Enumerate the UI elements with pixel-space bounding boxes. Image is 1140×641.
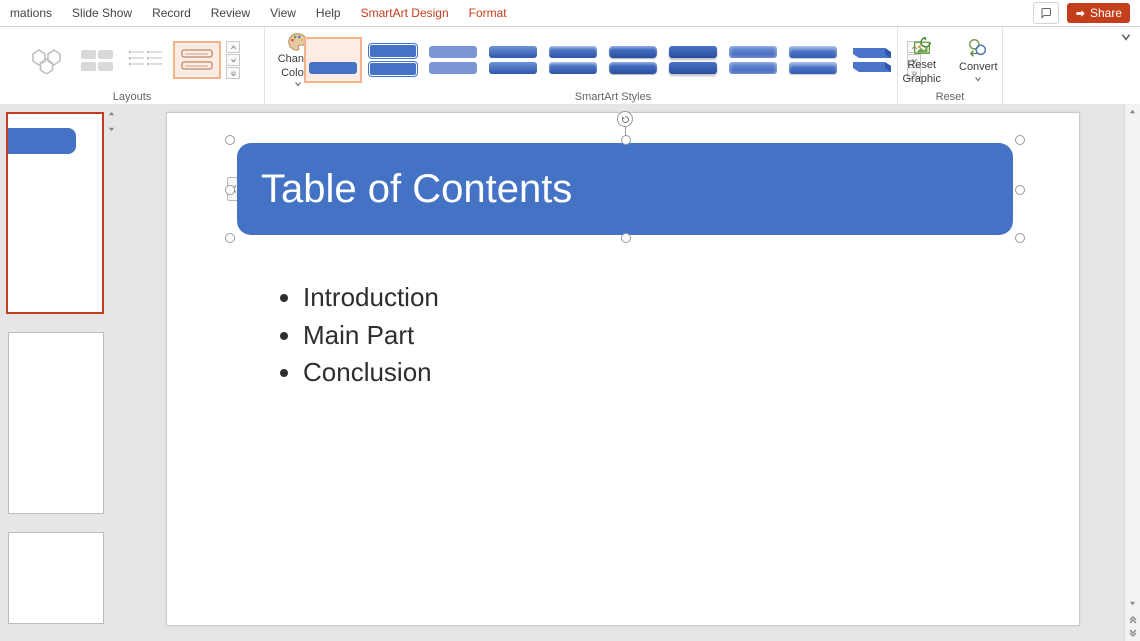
slide-thumbnail-3[interactable] xyxy=(8,532,104,624)
share-label: Share xyxy=(1090,6,1122,20)
layout1-icon xyxy=(28,46,66,74)
style-option-1-selected[interactable] xyxy=(305,38,361,82)
resize-handle-se[interactable] xyxy=(1015,233,1025,243)
layout-option-4-selected[interactable] xyxy=(174,42,220,78)
resize-handle-nw[interactable] xyxy=(225,135,235,145)
bullet-3: Conclusion xyxy=(303,354,439,392)
reset-group-label: Reset xyxy=(936,89,965,105)
next-slide-button[interactable] xyxy=(1125,626,1140,641)
slide-thumbnail-2[interactable] xyxy=(8,332,104,514)
style-option-6[interactable] xyxy=(605,38,661,82)
share-icon xyxy=(1075,8,1086,19)
tab-help[interactable]: Help xyxy=(306,0,351,26)
resize-handle-ne[interactable] xyxy=(1015,135,1025,145)
group-reset: Reset Graphic Convert Reset xyxy=(898,27,1003,105)
scroll-up-button[interactable] xyxy=(104,106,119,121)
comment-icon xyxy=(1040,7,1052,19)
spinner-up[interactable] xyxy=(226,41,240,53)
style-option-7[interactable] xyxy=(665,38,721,82)
smartart-selection[interactable]: Table of Contents xyxy=(229,139,1021,239)
resize-handle-e[interactable] xyxy=(1015,185,1025,195)
group-layouts: Layouts xyxy=(0,27,265,105)
layout-option-3[interactable] xyxy=(124,42,170,78)
slide[interactable]: Table of Contents Introduction Main Part… xyxy=(166,112,1080,626)
scroll-up-button[interactable] xyxy=(1125,104,1140,119)
convert-button[interactable]: Convert xyxy=(953,37,1004,83)
layouts-group-label: Layouts xyxy=(113,89,152,105)
smartart-title-text: Table of Contents xyxy=(261,167,572,212)
prev-slide-button[interactable] xyxy=(1125,611,1140,626)
rotate-icon xyxy=(621,115,630,124)
style-option-4[interactable] xyxy=(485,38,541,82)
chevron-down-icon xyxy=(294,80,302,88)
resize-handle-s[interactable] xyxy=(621,233,631,243)
layout4-icon xyxy=(178,46,216,74)
reset-graphic-button[interactable]: Reset Graphic xyxy=(896,35,947,85)
slide-canvas-area[interactable]: Table of Contents Introduction Main Part… xyxy=(122,104,1124,641)
layout-option-2[interactable] xyxy=(74,42,120,78)
ribbon: Layouts Change Colors xyxy=(0,27,1140,106)
smartart-title-shape[interactable]: Table of Contents xyxy=(237,143,1013,235)
tab-bar: mations Slide Show Record Review View He… xyxy=(0,0,1140,27)
bullet-2: Main Part xyxy=(303,317,439,355)
bullet-1: Introduction xyxy=(303,279,439,317)
spinner-down[interactable] xyxy=(226,54,240,66)
style-option-3[interactable] xyxy=(425,38,481,82)
style-option-5[interactable] xyxy=(545,38,601,82)
styles-gallery[interactable] xyxy=(305,31,921,89)
resize-handle-n[interactable] xyxy=(621,135,631,145)
chevron-down-icon xyxy=(1120,31,1132,43)
layout-option-1[interactable] xyxy=(24,42,70,78)
slide-thumbnail-1-selected[interactable] xyxy=(6,112,104,314)
ribbon-collapse-button[interactable] xyxy=(1120,27,1140,105)
tab-record[interactable]: Record xyxy=(142,0,201,26)
workspace: Table of Contents Introduction Main Part… xyxy=(0,104,1140,641)
slides-thumbnail-pane[interactable] xyxy=(0,104,104,641)
style-option-10[interactable] xyxy=(845,38,901,82)
tab-view[interactable]: View xyxy=(260,0,306,26)
tab-slide-show[interactable]: Slide Show xyxy=(62,0,142,26)
thumbnail-title-bar xyxy=(8,128,76,154)
convert-icon xyxy=(966,37,990,59)
comments-button[interactable] xyxy=(1033,2,1059,24)
layout3-icon xyxy=(128,46,166,74)
chevron-down-icon xyxy=(974,75,982,83)
scroll-down-button[interactable] xyxy=(104,122,119,137)
share-button[interactable]: Share xyxy=(1067,3,1130,23)
group-smartart-styles: SmartArt Styles xyxy=(329,27,898,105)
layouts-gallery-spinner[interactable] xyxy=(226,41,240,79)
style-option-8[interactable] xyxy=(725,38,781,82)
thumb-scrollbar[interactable] xyxy=(104,106,118,137)
tab-review[interactable]: Review xyxy=(201,0,260,26)
scroll-down-button[interactable] xyxy=(1125,596,1140,611)
rotation-handle[interactable] xyxy=(617,111,633,127)
style10-3d-icon xyxy=(849,44,895,76)
style-option-9[interactable] xyxy=(785,38,841,82)
style-option-2[interactable] xyxy=(365,38,421,82)
content-bullets[interactable]: Introduction Main Part Conclusion xyxy=(241,279,439,392)
tab-animations-cut[interactable]: mations xyxy=(0,0,62,26)
tab-format[interactable]: Format xyxy=(459,0,517,26)
styles-group-label: SmartArt Styles xyxy=(575,89,651,105)
resize-handle-sw[interactable] xyxy=(225,233,235,243)
tab-smartart-design[interactable]: SmartArt Design xyxy=(351,0,459,26)
layouts-gallery[interactable] xyxy=(24,31,240,89)
spinner-more[interactable] xyxy=(226,67,240,79)
resize-handle-w[interactable] xyxy=(225,185,235,195)
vertical-scrollbar[interactable] xyxy=(1124,104,1140,641)
layout2-icon xyxy=(78,46,116,74)
share-area: Share xyxy=(1033,2,1140,24)
reset-graphic-icon xyxy=(910,35,934,57)
